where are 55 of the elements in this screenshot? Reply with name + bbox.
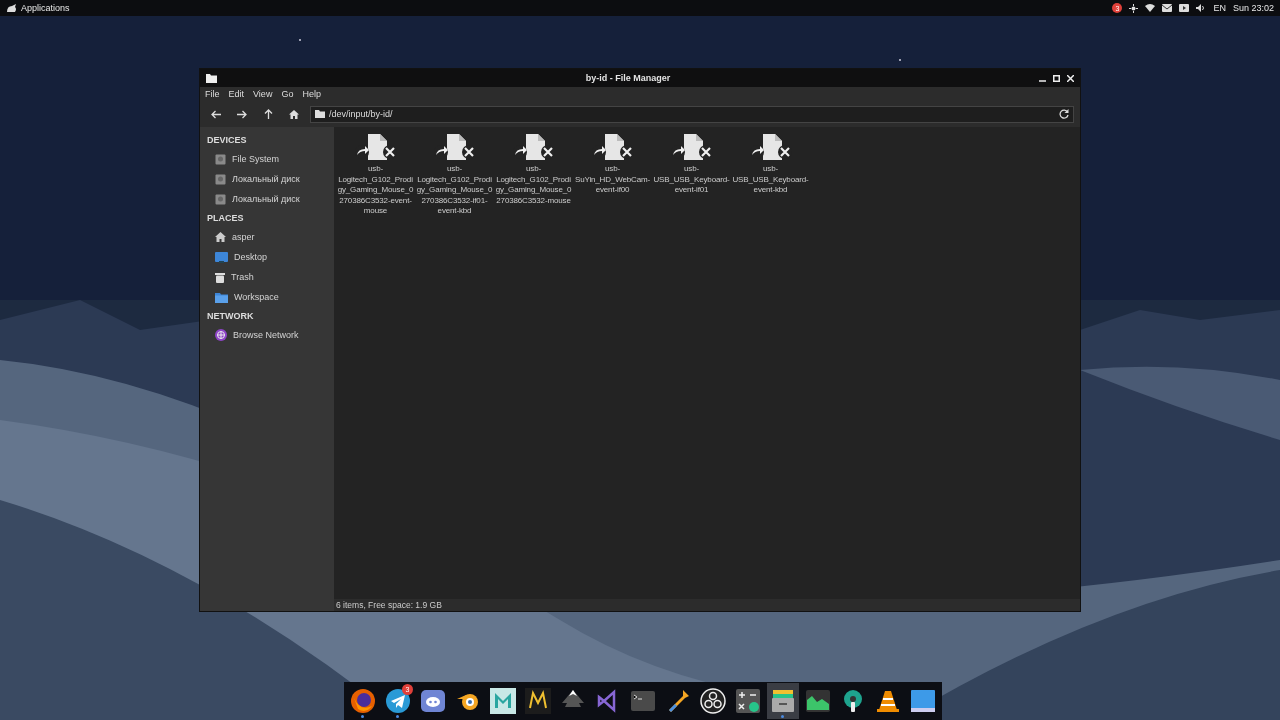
- sidebar-item[interactable]: Локальный диск: [200, 169, 334, 189]
- clock[interactable]: Sun 23:02: [1232, 3, 1274, 13]
- menu-item[interactable]: Help: [302, 89, 321, 99]
- wifi-icon[interactable]: [1145, 4, 1156, 12]
- drive-icon: [215, 173, 226, 185]
- app-menu-icon[interactable]: [6, 3, 17, 13]
- file-name[interactable]: usb-Logitech_G102_Prodigy_Gaming_Mouse_0270386C3532-event-mouse: [336, 164, 415, 217]
- file-name[interactable]: usb-USB_USB_Keyboard-event-kbd: [731, 164, 810, 196]
- file-name[interactable]: usb-Logitech_G102_Prodigy_Gaming_Mouse_0270386C3532-mouse: [494, 164, 573, 206]
- brightness-icon[interactable]: [1129, 3, 1139, 13]
- applications-menu[interactable]: Applications: [21, 3, 70, 13]
- sidebar-item[interactable]: Workspace: [200, 287, 334, 307]
- left-arrow-icon: [211, 109, 221, 119]
- close-icon[interactable]: [1067, 74, 1074, 82]
- drive-icon: [215, 153, 226, 165]
- section-heading: PLACES: [206, 212, 245, 225]
- globe-icon: [215, 329, 227, 341]
- home-icon: [289, 109, 299, 119]
- file-name[interactable]: usb-USB_USB_Keyboard-event-if01: [652, 164, 731, 196]
- folder-icon: [315, 110, 325, 118]
- running-indicator: [396, 715, 399, 718]
- home-icon: [215, 232, 226, 242]
- window-title: by-id - File Manager: [584, 73, 672, 83]
- keyboard-layout[interactable]: EN: [1213, 3, 1226, 13]
- trash-icon: [215, 271, 225, 283]
- monitor-icon: [215, 251, 228, 263]
- status-text: 6 items, Free space: 1.9 GB: [336, 600, 442, 610]
- file-name[interactable]: usb-SuYin_HD_WebCam-event-if00: [573, 164, 652, 196]
- file-name[interactable]: usb-Logitech_G102_Prodigy_Gaming_Mouse_0270386C3532-if01-event-kbd: [415, 164, 494, 217]
- sidebar-item[interactable]: Локальный диск: [200, 189, 334, 209]
- mail-icon[interactable]: [1162, 4, 1173, 12]
- menu-item[interactable]: Go: [281, 89, 294, 99]
- folder-icon: [215, 291, 228, 303]
- location-path: /dev/input/by-id/: [329, 109, 394, 119]
- sidebar-item[interactable]: Browse Network: [200, 325, 334, 345]
- media-icon[interactable]: [1179, 4, 1190, 12]
- section-heading: DEVICES: [206, 134, 248, 147]
- volume-icon[interactable]: [1196, 4, 1207, 12]
- menu-item[interactable]: Edit: [228, 89, 245, 99]
- menu-item[interactable]: View: [253, 89, 273, 99]
- sidebar-item[interactable]: Trash: [200, 267, 334, 287]
- section-heading: NETWORK: [206, 310, 255, 323]
- drive-icon: [215, 193, 226, 205]
- right-arrow-icon: [237, 109, 247, 119]
- running-indicator: [781, 715, 784, 718]
- location-field[interactable]: /dev/input/by-id/: [310, 105, 1074, 123]
- sidebar-item[interactable]: Desktop: [200, 247, 334, 267]
- sidebar-item[interactable]: File System: [200, 149, 334, 169]
- running-indicator: [361, 715, 364, 718]
- refresh-icon[interactable]: [1059, 109, 1069, 119]
- sidebar-item[interactable]: asper: [200, 227, 334, 247]
- folder-icon: [206, 73, 217, 83]
- maximize-icon[interactable]: [1053, 74, 1060, 82]
- menu-item[interactable]: File: [205, 89, 220, 99]
- up-arrow-icon: [263, 109, 273, 119]
